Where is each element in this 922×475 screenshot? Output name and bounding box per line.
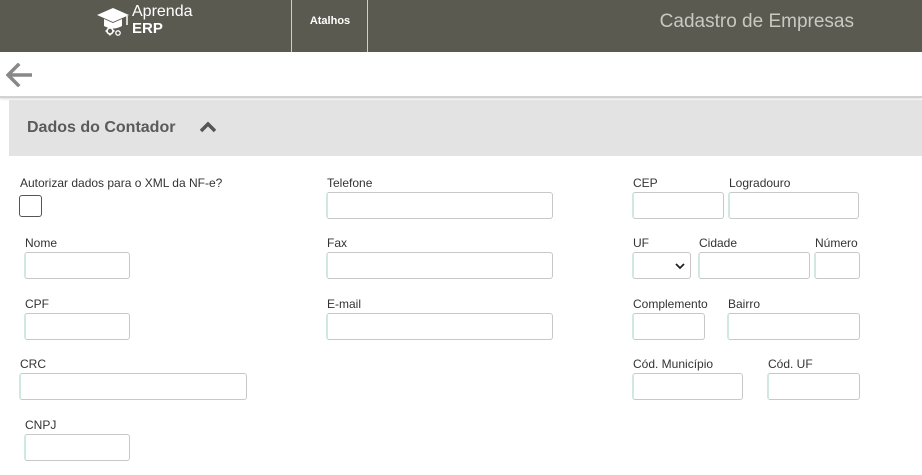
complemento-input[interactable] <box>632 313 705 340</box>
logo-text: Aprenda ERP <box>132 4 193 37</box>
cpf-input[interactable] <box>24 313 130 340</box>
numero-input[interactable] <box>814 252 860 279</box>
logo-text-erp: ERP <box>132 20 163 37</box>
telefone-label: Telefone <box>327 176 373 190</box>
section-title: Dados do Contador <box>27 119 176 136</box>
bairro-input[interactable] <box>727 313 860 340</box>
logradouro-label: Logradouro <box>729 176 791 190</box>
back-button[interactable] <box>5 62 34 88</box>
cod-uf-label: Cód. UF <box>768 357 813 371</box>
shortcuts-menu-button[interactable]: Atalhos <box>292 0 368 52</box>
collapse-toggle[interactable] <box>199 120 217 134</box>
crc-label: CRC <box>20 357 46 371</box>
chevron-down-icon <box>675 263 685 270</box>
crc-input[interactable] <box>19 373 247 400</box>
graduation-cap-icon <box>97 8 129 36</box>
logo-text-aprenda: Aprenda <box>132 3 193 20</box>
email-label: E-mail <box>327 297 362 311</box>
divider <box>367 0 368 52</box>
top-navigation-bar: Aprenda ERP Atalhos Cadastro de Empresas <box>0 0 922 52</box>
cep-input[interactable] <box>632 192 724 219</box>
cod-municipio-label: Cód. Município <box>633 357 714 371</box>
fax-label: Fax <box>327 236 348 250</box>
page-title: Cadastro de Empresas <box>659 11 854 32</box>
arrow-left-icon <box>5 62 32 88</box>
email-input[interactable] <box>326 313 553 340</box>
cnpj-input[interactable] <box>24 434 130 461</box>
chevron-up-icon <box>199 121 217 133</box>
nome-label: Nome <box>25 236 58 250</box>
cpf-label: CPF <box>25 297 49 311</box>
cep-label: CEP <box>633 176 658 190</box>
uf-label: UF <box>633 236 649 250</box>
nome-input[interactable] <box>24 252 130 279</box>
authorize-xml-checkbox[interactable] <box>19 195 42 217</box>
fax-input[interactable] <box>326 252 553 279</box>
logradouro-input[interactable] <box>728 192 859 219</box>
bairro-label: Bairro <box>728 297 761 311</box>
cidade-label: Cidade <box>699 236 738 250</box>
section-header[interactable]: Dados do Contador <box>9 100 922 156</box>
authorize-xml-label: Autorizar dados para o XML da NF-e? <box>20 176 223 190</box>
cod-uf-input[interactable] <box>767 373 860 400</box>
complemento-label: Complemento <box>633 297 708 311</box>
numero-label: Número <box>815 236 858 250</box>
uf-select[interactable] <box>632 252 691 279</box>
cod-municipio-input[interactable] <box>632 373 743 400</box>
telefone-input[interactable] <box>326 192 553 219</box>
cidade-input[interactable] <box>698 252 810 279</box>
app-logo[interactable]: Aprenda ERP <box>96 4 196 44</box>
toolbar <box>0 52 922 98</box>
cnpj-label: CNPJ <box>25 418 57 432</box>
